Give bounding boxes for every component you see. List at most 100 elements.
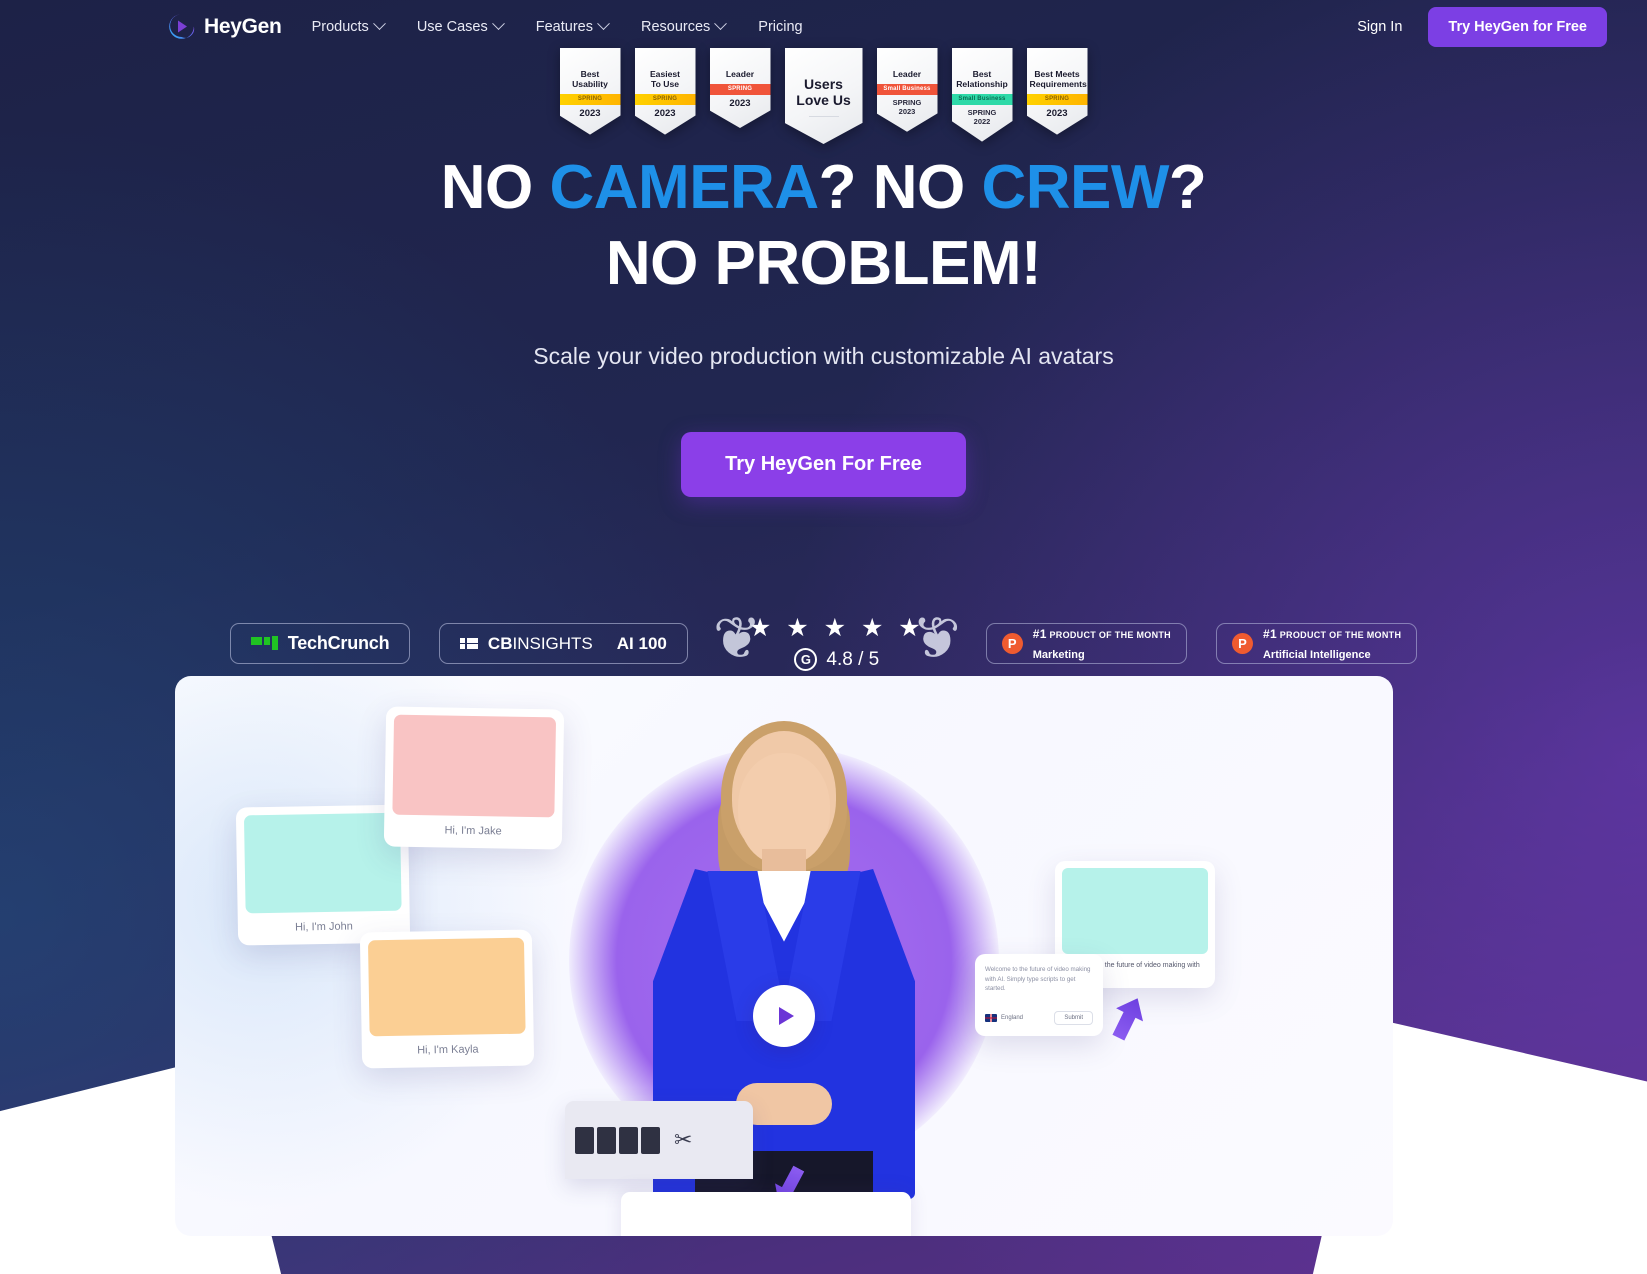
g2-rating-block: ❦ ❦ ★ ★ ★ ★ ★ G 4.8 / 5 bbox=[713, 606, 961, 671]
laurel-left-icon: ❦ bbox=[712, 606, 762, 671]
product-hunt-icon: P bbox=[1231, 633, 1253, 654]
nav-item-features[interactable]: Features bbox=[535, 17, 610, 35]
headline-line-2: NO PROBLEM! bbox=[605, 228, 1042, 298]
editor-lower-panel bbox=[621, 1192, 911, 1236]
play-button-icon[interactable] bbox=[753, 985, 815, 1047]
nav-right-actions: Sign In Try HeyGen for Free bbox=[1357, 6, 1607, 47]
heygen-swirl-logo-icon bbox=[168, 13, 195, 40]
g2-badge-best-meets-requirements: G Best MeetsRequirements SPRING 2023 bbox=[1026, 48, 1088, 135]
g2-badge-year: 2023 bbox=[729, 97, 751, 109]
g2-badge-title: Users Love Us bbox=[796, 76, 851, 108]
headline-part-3: ? bbox=[1168, 153, 1207, 222]
producthunt-text: #1 PRODUCT OF THE MONTH Artificial Intel… bbox=[1263, 624, 1401, 664]
nav-links: Products Use Cases Features Resources Pr… bbox=[311, 17, 803, 35]
headline-camera: CAMERA bbox=[549, 153, 820, 222]
chevron-down-icon bbox=[491, 17, 505, 31]
g2-badge-band: Small Business bbox=[876, 83, 938, 95]
ph-category: Marketing bbox=[1032, 648, 1085, 661]
cbinsights-badge[interactable]: CBINSIGHTS AI 100 bbox=[439, 623, 688, 664]
headline-part-2: ? NO bbox=[818, 153, 982, 222]
producthunt-text: #1 PRODUCT OF THE MONTH Marketing bbox=[1033, 624, 1171, 664]
nav-item-use-cases-label: Use Cases bbox=[416, 18, 488, 35]
headline-part-1: NO bbox=[440, 153, 550, 222]
social-proof-row: TechCrunch CBINSIGHTS AI 100 ❦ ❦ ★ ★ ★ ★… bbox=[0, 606, 1647, 671]
avatar-card-label: Hi, I'm Kayla bbox=[417, 1043, 479, 1057]
g2-badge-year: 2023 bbox=[1046, 107, 1068, 119]
preview-thumbnail bbox=[1062, 868, 1208, 954]
g2-badge-year: 2023 bbox=[579, 107, 601, 119]
top-navigation-bar: HeyGen Products Use Cases Features Resou… bbox=[0, 0, 1647, 53]
script-panel-footer: England Submit bbox=[985, 1010, 1093, 1025]
laurel-right-icon: ❦ bbox=[912, 606, 961, 671]
script-input-panel[interactable]: Welcome to the future of video making wi… bbox=[975, 954, 1103, 1036]
cbinsights-logo-icon bbox=[460, 637, 478, 650]
hero-video-card[interactable]: Hi, I'm John Hi, I'm Jake Hi, I'm Kayla … bbox=[175, 676, 1393, 1236]
language-label: England bbox=[1001, 1014, 1024, 1021]
rating-line: G 4.8 / 5 bbox=[794, 648, 879, 671]
avatar-card-kayla[interactable]: Hi, I'm Kayla bbox=[359, 929, 535, 1069]
language-selector[interactable]: England bbox=[985, 1013, 1024, 1022]
g2-badge-title: Easiest To Use bbox=[649, 69, 681, 89]
film-frames-icon bbox=[575, 1126, 660, 1154]
g2-badge-band: SPRING bbox=[1026, 93, 1088, 105]
scissors-icon[interactable]: ✂ bbox=[674, 1127, 692, 1153]
ph-label: PRODUCT OF THE MONTH bbox=[1279, 629, 1402, 640]
script-text: Welcome to the future of video making wi… bbox=[985, 966, 1091, 993]
ph-label: PRODUCT OF THE MONTH bbox=[1049, 629, 1171, 640]
techcrunch-badge[interactable]: TechCrunch bbox=[229, 623, 411, 664]
cbinsights-ai100-label: AI 100 bbox=[616, 633, 667, 653]
headline-crew: CREW bbox=[981, 153, 1169, 222]
g2-badge-season: SPRING bbox=[892, 97, 922, 107]
g2-badge-leader: G Leader SPRING 2023 bbox=[709, 48, 771, 128]
avatar-card-label: Hi, I'm Jake bbox=[444, 824, 502, 838]
g2-badge-band: SPRING bbox=[709, 83, 771, 95]
techcrunch-label: TechCrunch bbox=[287, 633, 390, 653]
nav-item-resources-label: Resources bbox=[640, 18, 711, 35]
ph-category: Artificial Intelligence bbox=[1262, 648, 1371, 661]
g2-badge-year: 2023 bbox=[654, 107, 676, 119]
g2-badge-best-relationship: G BestRelationship Small Business SPRING… bbox=[951, 48, 1013, 142]
g2-badge-title: Best Usability bbox=[572, 69, 608, 89]
nav-item-pricing[interactable]: Pricing bbox=[758, 19, 802, 35]
page-title: NO CAMERA? NO CREW? NO PROBLEM! bbox=[0, 150, 1647, 301]
techcrunch-logo-icon bbox=[250, 636, 278, 650]
hero-section: NO CAMERA? NO CREW? NO PROBLEM! Scale yo… bbox=[0, 150, 1647, 498]
avatar-thumbnail bbox=[392, 714, 557, 818]
product-hunt-icon: P bbox=[1001, 633, 1023, 654]
ph-rank: #1 bbox=[1262, 626, 1277, 641]
g2-badge-best-usability: G BestUsability SPRING 2023 bbox=[559, 48, 621, 135]
producthunt-badge-marketing[interactable]: P #1 PRODUCT OF THE MONTH Marketing bbox=[985, 623, 1187, 664]
g2-badge-band: SPRING bbox=[634, 93, 696, 105]
g2-badge-title: Leader bbox=[892, 69, 922, 79]
nav-item-use-cases[interactable]: Use Cases bbox=[416, 17, 505, 35]
hero-try-free-button[interactable]: Try HeyGen For Free bbox=[681, 432, 966, 498]
chevron-down-icon bbox=[714, 17, 728, 31]
sign-in-link[interactable]: Sign In bbox=[1357, 19, 1402, 35]
submit-button[interactable]: Submit bbox=[1054, 1010, 1093, 1025]
producthunt-badge-ai[interactable]: P #1 PRODUCT OF THE MONTH Artificial Int… bbox=[1215, 623, 1418, 664]
avatar-card-jake[interactable]: Hi, I'm Jake bbox=[383, 706, 565, 850]
nav-try-free-button[interactable]: Try HeyGen for Free bbox=[1428, 6, 1607, 47]
brand-name: HeyGen bbox=[204, 14, 282, 38]
g2-badge-band: SPRING bbox=[559, 93, 621, 105]
avatar-thumbnail bbox=[243, 812, 402, 914]
g2-badge-easiest-to-use: G EasiestTo Use SPRING 2023 bbox=[634, 48, 696, 135]
g2-awards-row: G BestUsability SPRING 2023 G EasiestTo … bbox=[0, 48, 1647, 144]
g2-badge-users-love-us: G UsersLove Us bbox=[784, 48, 863, 144]
g2-divider bbox=[808, 115, 839, 118]
rating-value: 4.8 / 5 bbox=[826, 648, 880, 670]
avatar-thumbnail bbox=[367, 937, 526, 1037]
g2-logo-icon: G bbox=[794, 648, 818, 671]
cbinsights-label: CBINSIGHTS bbox=[487, 633, 593, 653]
nav-item-resources[interactable]: Resources bbox=[640, 17, 728, 35]
g2-badge-year: 2022 bbox=[973, 116, 991, 126]
hero-subtitle: Scale your video production with customi… bbox=[533, 343, 1114, 370]
video-timeline-bar[interactable]: ✂ bbox=[565, 1101, 753, 1179]
g2-badge-title: Best Relationship bbox=[956, 69, 1008, 89]
nav-item-products-label: Products bbox=[311, 18, 369, 35]
g2-badge-title: Leader bbox=[725, 69, 755, 79]
nav-item-products[interactable]: Products bbox=[311, 17, 386, 35]
brand-logo[interactable]: HeyGen bbox=[168, 13, 282, 40]
nav-item-features-label: Features bbox=[535, 18, 593, 35]
arrow-up-icon bbox=[1105, 992, 1151, 1045]
